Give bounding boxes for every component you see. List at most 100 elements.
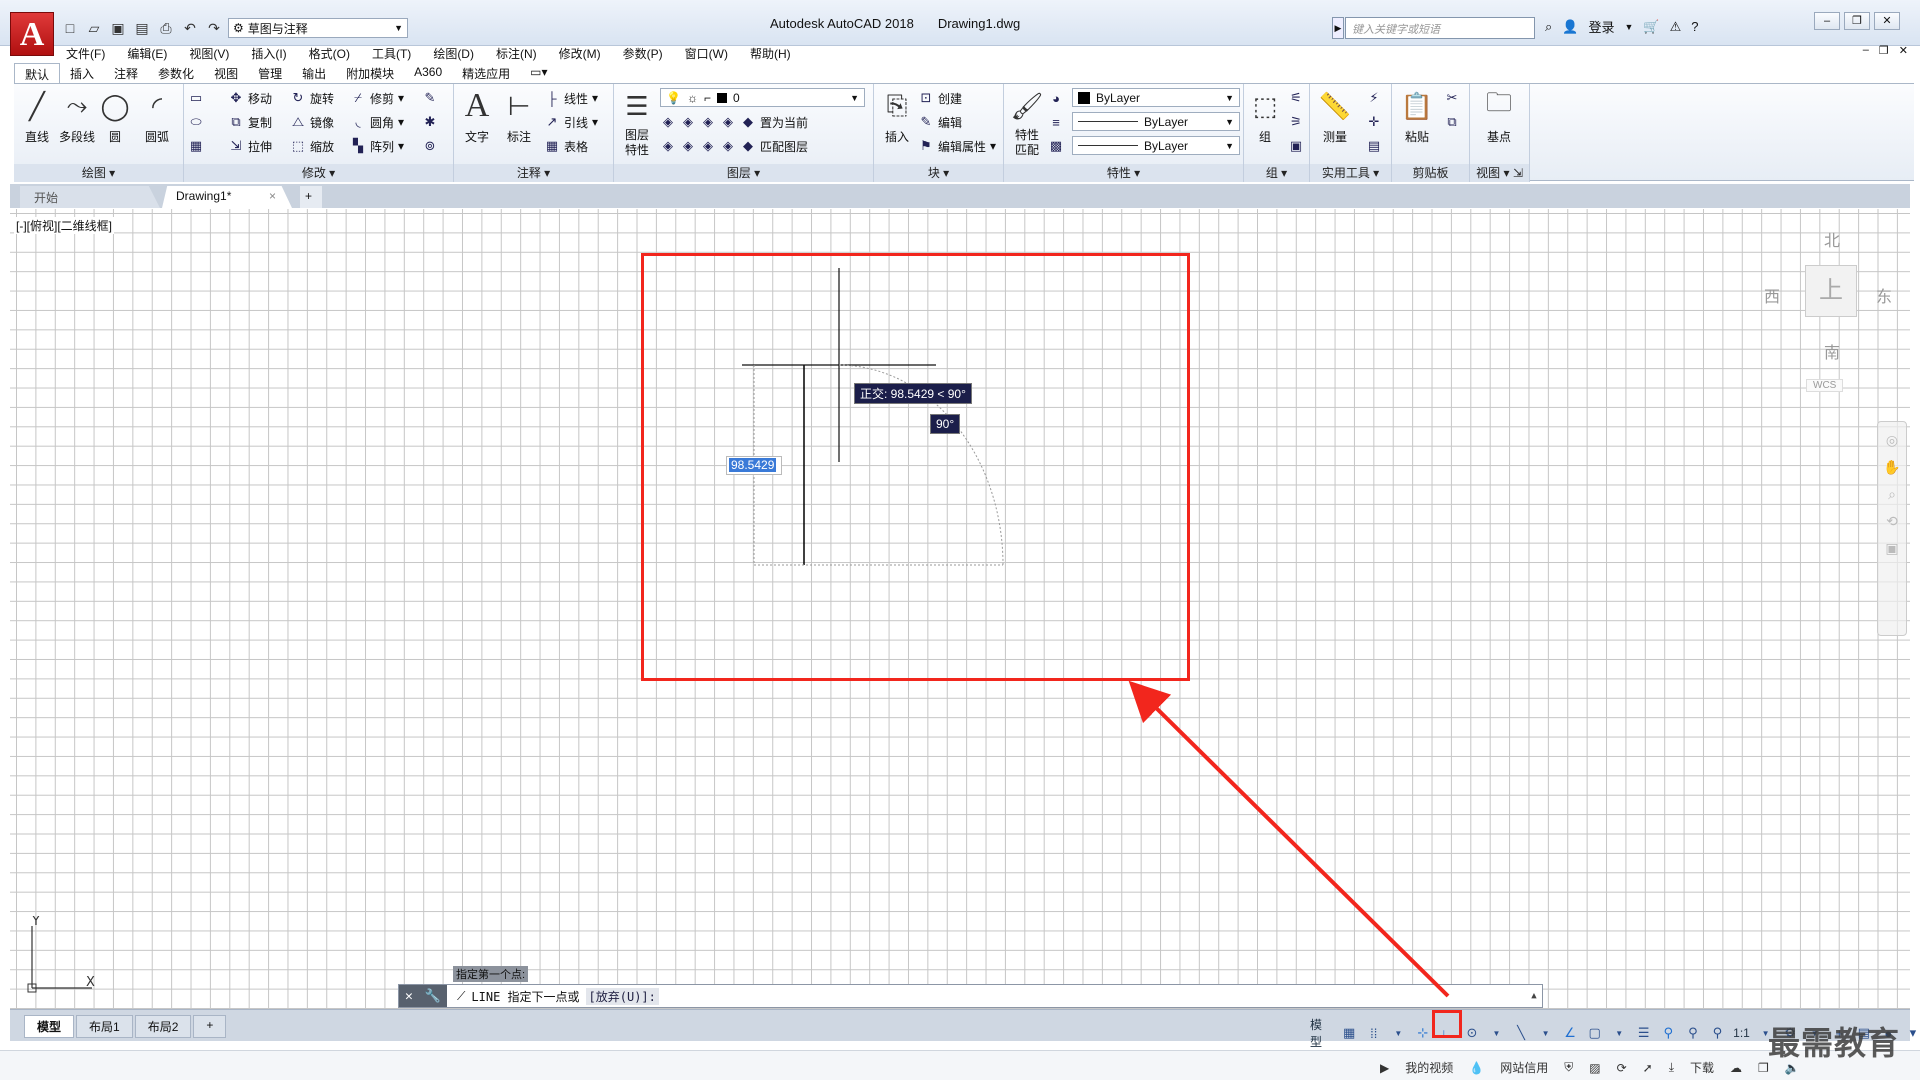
panel-block-title[interactable]: 块 ▾ [874, 164, 1003, 182]
polyline-button[interactable]: ⤳ 多段线 [56, 88, 98, 145]
ungroup-button[interactable]: ⚟ [1288, 88, 1304, 108]
menu-view[interactable]: 视图(V) [178, 43, 240, 63]
tab-annotate[interactable]: 注释 [104, 63, 148, 83]
panel-group-title[interactable]: 组 ▾ [1244, 164, 1309, 182]
paste-button[interactable]: 📋 粘贴 [1396, 88, 1438, 145]
menu-format[interactable]: 格式(O) [298, 43, 361, 63]
pan-icon[interactable]: ✋ [1878, 459, 1906, 476]
polar-tracking-icon[interactable]: ⊙ [1463, 1024, 1481, 1042]
undo-icon[interactable]: ↶ [180, 18, 200, 38]
layer-on-icon[interactable]: ◈ [660, 138, 676, 154]
match-layer-button[interactable]: 匹配图层 [760, 138, 808, 155]
download-icon[interactable]: ⤓ [1669, 1060, 1674, 1075]
redo-icon[interactable]: ↷ [204, 18, 224, 38]
cut-button[interactable]: ✂ [1444, 88, 1460, 108]
menu-modify[interactable]: 修改(M) [548, 43, 612, 63]
tab-insert[interactable]: 插入 [60, 63, 104, 83]
offset-button[interactable]: ⊚ [422, 136, 438, 156]
tab-addins[interactable]: 附加模块 [336, 63, 404, 83]
tab-featured-apps[interactable]: 精选应用 [452, 63, 520, 83]
rotate-button[interactable]: ↻ 旋转 [290, 88, 334, 108]
chevron-down-icon[interactable]: ▼ [1537, 1024, 1555, 1042]
trim-button[interactable]: ⌿ 修剪 ▾ [350, 88, 404, 108]
group-button[interactable]: ⬚ 组 [1244, 88, 1286, 145]
refresh-icon[interactable]: ⟳ [1617, 1061, 1627, 1075]
fillet-button[interactable]: ◟ 圆角 ▾ [350, 112, 404, 132]
isolate-objects-icon[interactable]: ▾ [1904, 1024, 1920, 1042]
rectangle-button[interactable]: ▭ [188, 88, 204, 108]
color-dropdown[interactable]: ByLayer ▼ [1072, 88, 1240, 107]
edit-attr-button[interactable]: ⚑ 编辑属性 ▾ [918, 136, 996, 156]
stretch-button[interactable]: ⇲ 拉伸 [228, 136, 272, 156]
grid-icon[interactable]: ▦ [1340, 1024, 1358, 1042]
panel-layers-title[interactable]: 图层 ▾ [614, 164, 873, 182]
group-select-button[interactable]: ▣ [1288, 136, 1304, 156]
edit-block-button[interactable]: ✎ 编辑 [918, 112, 962, 132]
leader-button[interactable]: ↗ 引线 ▾ [544, 112, 599, 132]
layer-lock-icon[interactable]: ◈ [720, 114, 736, 130]
line-button[interactable]: ╱ 直线 [16, 88, 58, 145]
exchange-icon[interactable]: ⚠ [1670, 19, 1682, 35]
image-icon[interactable]: ▨ [1589, 1061, 1600, 1075]
doc-restore-button[interactable]: ❐ [1879, 44, 1889, 57]
save-icon[interactable]: ▣ [108, 18, 128, 38]
layer-off-icon[interactable]: ◈ [660, 114, 676, 130]
restore-button[interactable]: ❐ [1844, 12, 1870, 30]
rocket-icon[interactable]: ➚ [1643, 1061, 1653, 1075]
orbit-icon[interactable]: ⟲ [1878, 513, 1906, 530]
menu-file[interactable]: 文件(F) [55, 43, 116, 63]
linear-dim-button[interactable]: ├ 线性 ▾ [544, 88, 598, 108]
panel-draw-title[interactable]: 绘图 ▾ [14, 164, 183, 182]
new-tab-button[interactable]: + [300, 186, 322, 208]
my-videos-link[interactable]: 我的视频 [1405, 1059, 1453, 1076]
panel-annotation-title[interactable]: 注释 ▾ [454, 164, 613, 182]
cloud-icon[interactable]: ☁ [1730, 1061, 1742, 1075]
panel-view-title[interactable]: 视图 ▾ ⇲ [1470, 164, 1529, 182]
match-properties-button[interactable]: 🖌 特性 匹配 [1006, 88, 1048, 158]
array-button[interactable]: ▚ 阵列 ▾ [350, 136, 404, 156]
layout-tab-model[interactable]: 模型 [24, 1015, 75, 1038]
mirror-button[interactable]: ⧍ 镜像 [290, 112, 334, 132]
layer-properties-button[interactable]: ☰ 图层 特性 [616, 88, 658, 158]
tab-start[interactable]: 开始 [20, 186, 160, 208]
tab-a360[interactable]: A360 [404, 63, 452, 83]
layer-thaw-icon[interactable]: ◈ [700, 138, 716, 154]
tab-drawing1[interactable]: Drawing1* × [162, 186, 292, 208]
menu-insert[interactable]: 插入(I) [240, 43, 297, 63]
menu-dimension[interactable]: 标注(N) [485, 43, 548, 63]
dimension-button[interactable]: ⊢ 标注 [498, 88, 540, 145]
tab-home[interactable]: 默认 [14, 63, 61, 83]
doc-minimize-button[interactable]: – [1863, 44, 1869, 57]
wcs-menu[interactable]: WCS [1806, 379, 1844, 392]
menu-edit[interactable]: 编辑(E) [116, 43, 178, 63]
menu-help[interactable]: 帮助(H) [739, 43, 802, 63]
minimize-button[interactable]: – [1814, 12, 1840, 30]
table-button[interactable]: ▦ 表格 [544, 136, 588, 156]
menu-tools[interactable]: 工具(T) [361, 43, 422, 63]
download-link[interactable]: 下载 [1690, 1059, 1714, 1076]
menu-window[interactable]: 窗口(W) [674, 43, 739, 63]
command-line[interactable]: ✕ 🔧 ⟋ LINE 指定下一点或 [放弃(U)]: ▲ [398, 984, 1543, 1008]
plot-icon[interactable]: ⎙ [156, 18, 176, 38]
viewcube-north[interactable]: 北 [1824, 227, 1840, 251]
viewcube[interactable]: 北 西 东 南 上 WCS [1760, 225, 1892, 405]
erase-button[interactable]: ✎ [422, 88, 438, 108]
video-icon[interactable]: ▶ [1380, 1061, 1389, 1075]
showmotion-icon[interactable]: ▣ [1878, 540, 1906, 557]
scale-button[interactable]: ⬚ 缩放 [290, 136, 334, 156]
lineweight-display-icon[interactable]: ☰ [1635, 1024, 1653, 1042]
annotation-scale-icon[interactable]: ⚲ [1709, 1024, 1727, 1042]
wrench-icon[interactable]: 🔧 [425, 989, 441, 1004]
circle-button[interactable]: ◯ 圆 [94, 88, 136, 145]
point-button[interactable]: ✛ [1366, 112, 1382, 132]
panel-utilities-title[interactable]: 实用工具 ▾ [1310, 164, 1391, 182]
tab-output[interactable]: 输出 [292, 63, 336, 83]
tab-parametric[interactable]: 参数化 [148, 63, 204, 83]
color-wheel-button[interactable]: ◕ [1048, 88, 1064, 108]
create-block-button[interactable]: ⊡ 创建 [918, 88, 962, 108]
layer-isolate-icon[interactable]: ◈ [680, 114, 696, 130]
chevron-down-icon[interactable]: ▼ [1390, 1024, 1408, 1042]
auto-scale-icon[interactable]: ⚲ [1684, 1024, 1702, 1042]
boundary-button[interactable]: ▦ [188, 136, 204, 156]
infer-constraints-icon[interactable]: ⊹ [1414, 1024, 1432, 1042]
